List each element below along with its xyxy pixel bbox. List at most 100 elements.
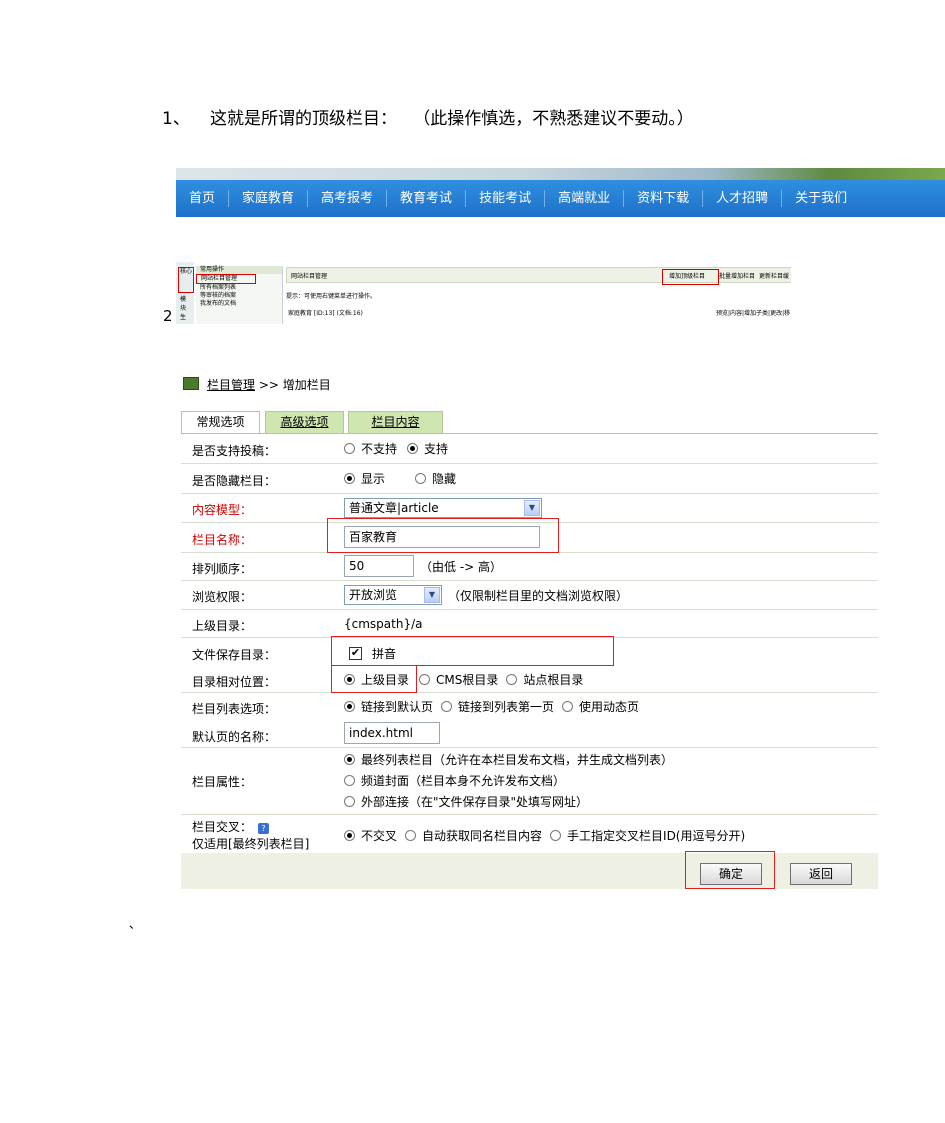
row-cross: 栏目交叉：? 仅适用[最终列表栏目] 不交叉 自动获取同名栏目内容 手工指定交叉… (181, 814, 878, 853)
radio-site-root[interactable] (506, 674, 518, 685)
breadcrumb-separator: >> (258, 378, 279, 392)
highlight-relative-pos (331, 665, 417, 693)
thumb-header-button: 批量增加栏目 (719, 273, 756, 280)
radio-no-submit[interactable] (344, 443, 355, 454)
thumb-menu-item: 所有档案列表 (200, 284, 237, 291)
thumb-menu-item: 我发布的文档 (200, 300, 237, 307)
thumb-highlight-box (662, 269, 719, 285)
attribute-label: 栏目属性： (192, 775, 253, 789)
model-select-wrap: 普通文章|article ▼ (344, 498, 542, 518)
hidden-label: 是否隐藏栏目： (192, 474, 277, 488)
row-allow-submit: 是否支持投稿： 不支持 支持 (181, 433, 878, 464)
thumb-menu-item: 等审核的档案 (200, 292, 237, 299)
row-parent-dir: 上级目录： {cmspath}/a (181, 609, 878, 638)
radio-label: 最终列表栏目（允许在本栏目发布文档，并生成文档列表） (361, 753, 674, 767)
radio-cms-root[interactable] (419, 674, 431, 685)
nav-item-jobs[interactable]: 人才招聘 (703, 190, 783, 207)
model-select-value: 普通文章|article (349, 501, 439, 515)
radio-auto-cross[interactable] (405, 830, 417, 841)
thumb-left-items: 模 块 生 (180, 295, 186, 322)
nav-item-employment[interactable]: 高端就业 (545, 190, 625, 207)
permission-select[interactable]: 开放浏览 ▼ (344, 585, 442, 605)
breadcrumb-current: 增加栏目 (282, 378, 331, 392)
nav-item-gaokao[interactable]: 高考报考 (308, 190, 388, 207)
radio-dynamic-page[interactable] (562, 701, 574, 712)
thumb-tip: 提示：可使用右键菜单进行操作。 (286, 293, 377, 300)
radio-final-list[interactable] (344, 754, 355, 765)
permission-wrap: 开放浏览 ▼ （仅限制栏目里的文档浏览权限） (344, 585, 628, 605)
radio-label: 不交叉 (361, 829, 398, 843)
attribute-option-1: 最终列表栏目（允许在本栏目发布文档，并生成文档列表） (344, 751, 673, 768)
nav-item-about[interactable]: 关于我们 (782, 190, 860, 207)
radio-channel-cover[interactable] (344, 775, 355, 786)
cross-label-wrap: 栏目交叉：? (192, 818, 270, 835)
thumb-row-text: 家庭教育 [ID:13] (文档:16) (288, 310, 363, 317)
thumb-menu-title: 常用操作 (196, 266, 282, 274)
radio-manual-cross[interactable] (550, 830, 562, 841)
radio-label: 隐藏 (432, 472, 457, 486)
nav-item-skill-exam[interactable]: 技能考试 (466, 190, 546, 207)
radio-label: 外部连接（在"文件保存目录"处填写网址） (361, 795, 589, 809)
radio-no-cross[interactable] (344, 830, 355, 841)
highlight-save-dir (331, 636, 614, 666)
model-select[interactable]: 普通文章|article ▼ (344, 498, 542, 518)
allow-submit-options: 不支持 支持 (344, 440, 448, 457)
step-number: 1、 (162, 109, 190, 129)
footer-mark: 、 (129, 917, 142, 931)
save-dir-label: 文件保存目录： (192, 648, 277, 662)
list-option-options: 链接到默认页 链接到列表第一页 使用动态页 (344, 698, 639, 715)
attribute-option-3: 外部连接（在"文件保存目录"处填写网址） (344, 793, 588, 810)
radio-label: 自动获取同名栏目内容 (422, 829, 543, 843)
radio-external-link[interactable] (344, 796, 355, 807)
step-text: 这就是所谓的顶级栏目： (210, 109, 397, 129)
thumb-row-actions: 预览|内容|增加子类|更改|移 (716, 310, 791, 317)
radio-hide[interactable] (415, 473, 427, 484)
row-order: 排列顺序： 50 （由低 -> 高） (181, 552, 878, 581)
back-button[interactable]: 返回 (790, 863, 852, 885)
radio-show[interactable] (344, 473, 355, 484)
row-list-options: 栏目列表选项： 链接到默认页 链接到列表第一页 使用动态页 默认页的名称： in… (181, 692, 878, 748)
help-icon[interactable]: ? (258, 823, 270, 834)
radio-allow-submit[interactable] (407, 443, 419, 454)
radio-label: 显示 (361, 472, 386, 486)
name-label: 栏目名称： (192, 533, 253, 547)
thumb-left-item: 模 (180, 296, 187, 303)
highlight-confirm (685, 851, 775, 889)
radio-first-list-page[interactable] (441, 701, 453, 712)
nav-item-education-exam[interactable]: 教育考试 (387, 190, 467, 207)
site-nav-bar: 首页 家庭教育 高考报考 教育考试 技能考试 高端就业 资料下载 人才招聘 关于… (176, 180, 945, 217)
thumb-header-button: 更新栏目缓 (759, 273, 790, 280)
radio-label: 不支持 (361, 442, 398, 456)
model-label: 内容模型： (192, 503, 253, 517)
permission-hint: （仅限制栏目里的文档浏览权限） (448, 588, 629, 603)
cross-label: 栏目交叉： (192, 820, 253, 834)
parent-dir-wrap: {cmspath}/a (344, 617, 423, 631)
default-page-input[interactable]: index.html (344, 722, 440, 744)
tab-advanced[interactable]: 高级选项 (265, 411, 344, 433)
thumb-left-item: 生 (180, 314, 187, 321)
radio-label: 链接到默认页 (361, 700, 434, 714)
order-input[interactable]: 50 (344, 555, 414, 577)
thumb-left-item: 块 (180, 305, 187, 312)
thumb-menu: 常用操作 网站栏目管理 所有档案列表 等审核的档案 我发布的文档 (196, 266, 283, 324)
cross-options: 不交叉 自动获取同名栏目内容 手工指定交叉栏目ID(用逗号分开) (344, 827, 745, 844)
thumb-left-column: 核心 模 块 生 (176, 262, 194, 324)
chevron-down-icon: ▼ (524, 500, 540, 516)
radio-label: 链接到列表第一页 (458, 700, 555, 714)
nav-item-family-education[interactable]: 家庭教育 (229, 190, 309, 207)
permission-select-value: 开放浏览 (349, 588, 398, 602)
cross-sublabel: 仅适用[最终列表栏目] (192, 837, 310, 851)
add-category-form: 是否支持投稿： 不支持 支持 是否隐藏栏目： 显示 隐藏 内容模型： 普通文章|… (181, 433, 878, 889)
site-banner-strip (176, 168, 945, 180)
parent-dir-value: {cmspath}/a (344, 617, 423, 631)
nav-item-home[interactable]: 首页 (176, 190, 230, 207)
tab-general[interactable]: 常规选项 (181, 411, 260, 433)
row-save-and-position: 文件保存目录： ✔ 拼音 目录相对位置： 上级目录 CMS根目录 站点根目录 (181, 636, 878, 693)
breadcrumb-link[interactable]: 栏目管理 (207, 378, 255, 392)
tab-content[interactable]: 栏目内容 (348, 411, 443, 433)
radio-default-page[interactable] (344, 701, 355, 712)
row-permission: 浏览权限： 开放浏览 ▼ （仅限制栏目里的文档浏览权限） (181, 580, 878, 610)
nav-item-downloads[interactable]: 资料下载 (624, 190, 704, 207)
parent-dir-label: 上级目录： (192, 619, 253, 633)
radio-label: 使用动态页 (579, 700, 640, 714)
